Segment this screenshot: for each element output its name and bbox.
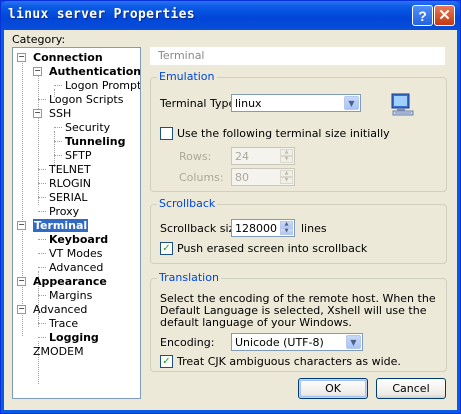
tree-item-advanced[interactable]: Advanced [33, 303, 87, 316]
tree-line [38, 323, 46, 324]
tree-item-serial[interactable]: SERIAL [49, 191, 87, 204]
rows-spinner[interactable]: 24 ▲ ▼ [231, 147, 295, 165]
tree-line [38, 267, 46, 268]
tree-item-vt-modes[interactable]: VT Modes [49, 247, 102, 260]
chevron-down-icon[interactable]: ▼ [346, 335, 361, 349]
title-bar[interactable]: linux server Properties ? ✕ [1, 1, 460, 30]
tree-item-security[interactable]: Security [65, 121, 110, 134]
tree-item-advanced[interactable]: Advanced [49, 261, 103, 274]
tree-item-authentication[interactable]: Authentication [49, 65, 140, 78]
rows-label: Rows: [179, 150, 212, 163]
tree-collapse-icon[interactable]: − [17, 305, 26, 314]
tree-line [38, 253, 46, 254]
tree-item-logon-scripts[interactable]: Logon Scripts [49, 93, 123, 106]
spin-up-icon[interactable]: ▲ [280, 149, 293, 156]
scrollback-spin-buttons: ▲ ▼ [280, 221, 293, 235]
translation-group: Translation Select the encoding of the r… [150, 271, 447, 372]
columns-label: Colums: [179, 171, 224, 184]
encoding-label: Encoding: [160, 336, 215, 349]
tree-item-tunneling[interactable]: Tunneling [65, 135, 126, 148]
tree-item-sftp[interactable]: SFTP [65, 149, 91, 162]
tree-item-proxy[interactable]: Proxy [49, 205, 79, 218]
tree-line [38, 239, 46, 240]
tree-item-appearance[interactable]: Appearance [33, 275, 107, 288]
push-scrollback-checkbox[interactable]: ✓ [160, 242, 173, 255]
tree-item-margins[interactable]: Margins [49, 289, 92, 302]
cjk-label: Treat CJK ambiguous characters as wide. [177, 355, 401, 368]
columns-spinner[interactable]: 80 ▲ ▼ [231, 168, 295, 186]
tree-line [38, 183, 46, 184]
panel-header: Terminal [150, 47, 445, 65]
emulation-group: Emulation Terminal Type: linux ▼ Use the… [150, 70, 447, 192]
tree-item-terminal[interactable]: Terminal [33, 219, 89, 232]
tree-line [54, 127, 62, 128]
tree-item-logon-prompts[interactable]: Logon Prompts [65, 79, 140, 92]
tree-item-connection[interactable]: Connection [33, 51, 103, 64]
tree-collapse-icon[interactable]: − [17, 53, 26, 62]
tree-line [54, 155, 62, 156]
scrollback-unit: lines [301, 222, 327, 235]
spin-up-icon[interactable]: ▲ [280, 170, 293, 177]
terminal-type-label: Terminal Type: [160, 97, 239, 110]
cancel-button[interactable]: Cancel [376, 378, 446, 399]
tree-item-logging[interactable]: Logging [49, 331, 99, 344]
scrollback-group: Scrollback Scrollback size: 128000 ▲ ▼ li… [150, 197, 447, 264]
tree-item-ssh[interactable]: SSH [49, 107, 71, 120]
tree-collapse-icon[interactable]: − [17, 221, 26, 230]
tree-line [54, 131, 55, 167]
columns-value: 80 [235, 171, 249, 184]
tree-collapse-icon[interactable]: − [33, 109, 42, 118]
tree-line [38, 295, 46, 296]
tree-item-rlogin[interactable]: RLOGIN [49, 177, 91, 190]
encoding-combo[interactable]: Unicode (UTF-8) ▼ [231, 333, 363, 351]
properties-window: linux server Properties ? ✕ Category: − C… [0, 0, 461, 414]
tree-line [54, 85, 62, 86]
category-tree[interactable]: − Connection − Authentication Logon Prompts L… [12, 47, 141, 399]
tree-line [22, 61, 23, 336]
scrollback-title: Scrollback [157, 197, 218, 210]
spin-down-icon[interactable]: ▼ [280, 156, 293, 163]
translation-title: Translation [157, 271, 221, 284]
tree-line [38, 169, 46, 170]
use-size-label: Use the following terminal size initiall… [177, 127, 390, 140]
emulation-title: Emulation [157, 70, 217, 83]
columns-spin-buttons: ▲ ▼ [280, 170, 293, 184]
tree-collapse-icon[interactable]: − [17, 277, 26, 286]
push-scrollback-label: Push erased screen into scrollback [177, 242, 368, 255]
rows-spin-buttons: ▲ ▼ [280, 149, 293, 163]
use-size-checkbox[interactable] [160, 127, 173, 140]
terminal-type-value: linux [235, 97, 262, 110]
tree-line [38, 99, 46, 100]
ok-button[interactable]: OK [298, 378, 368, 399]
dialog-client-area: Category: − Connection − Authentication Logo… [4, 30, 457, 410]
tree-line [38, 337, 46, 338]
help-button[interactable]: ? [412, 5, 433, 26]
category-label: Category: [12, 33, 66, 46]
terminal-monitor-icon [391, 93, 414, 116]
window-title: linux server Properties [8, 7, 195, 22]
tree-collapse-icon[interactable]: − [33, 67, 42, 76]
tree-item-trace[interactable]: Trace [49, 317, 78, 330]
spin-down-icon[interactable]: ▼ [280, 177, 293, 184]
tree-item-telnet[interactable]: TELNET [49, 163, 91, 176]
tree-item-keyboard[interactable]: Keyboard [49, 233, 108, 246]
tree-line [38, 197, 46, 198]
spin-up-icon[interactable]: ▲ [280, 221, 293, 228]
terminal-type-combo[interactable]: linux ▼ [231, 94, 361, 112]
encoding-value: Unicode (UTF-8) [235, 336, 324, 349]
spin-down-icon[interactable]: ▼ [280, 228, 293, 235]
tree-line [38, 211, 46, 212]
cjk-checkbox[interactable]: ✓ [160, 355, 173, 368]
tree-item-zmodem[interactable]: ZMODEM [33, 345, 84, 358]
tree-line [54, 141, 62, 142]
chevron-down-icon[interactable]: ▼ [344, 96, 359, 110]
scrollback-size-value: 128000 [235, 222, 277, 235]
close-button[interactable]: ✕ [434, 5, 455, 26]
scrollback-size-spinner[interactable]: 128000 ▲ ▼ [231, 219, 295, 237]
rows-value: 24 [235, 150, 249, 163]
translation-description: Select the encoding of the remote host. … [160, 292, 436, 329]
tree-line [38, 75, 39, 205]
